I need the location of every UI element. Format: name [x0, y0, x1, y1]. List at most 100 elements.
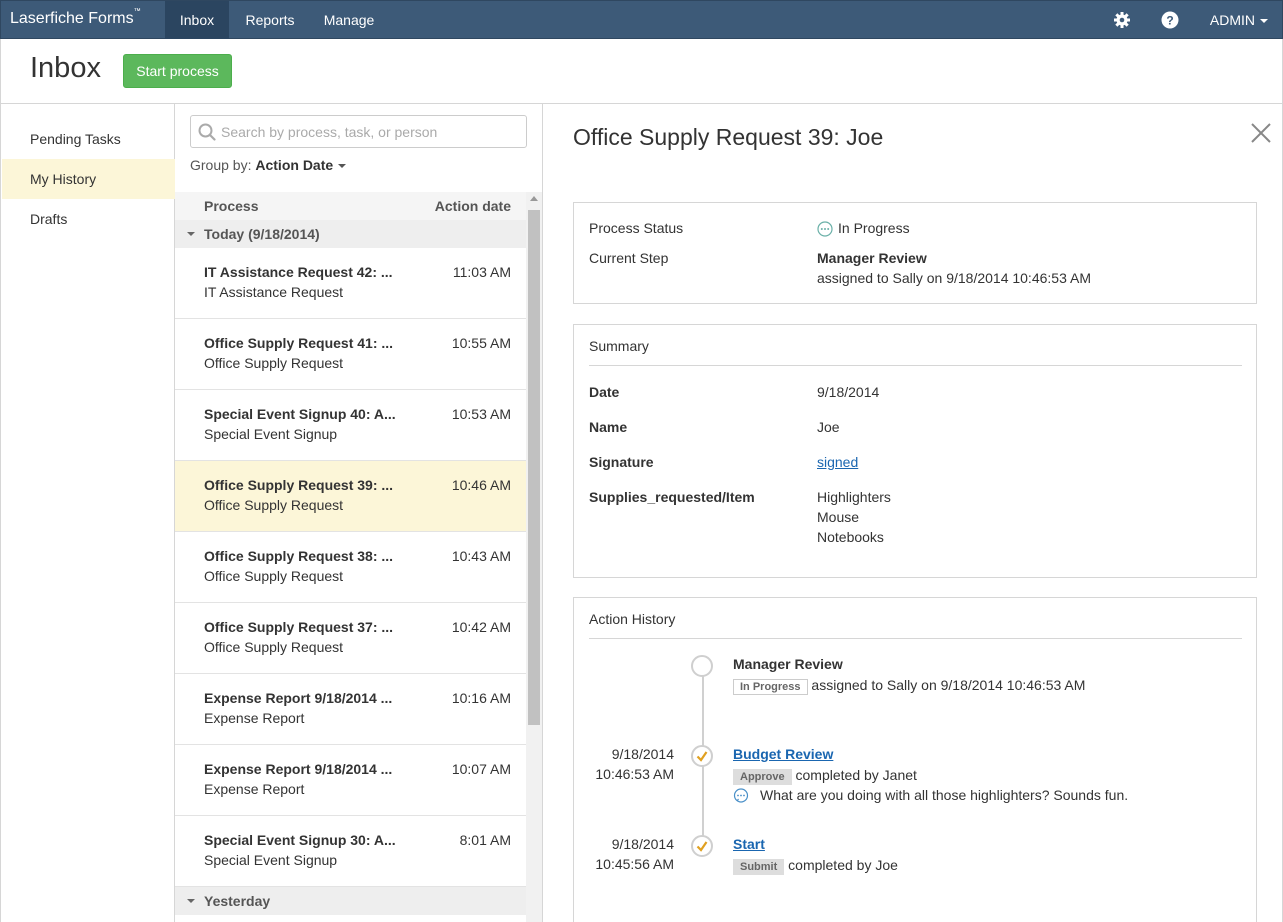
user-name: ADMIN: [1209, 12, 1255, 28]
history-step-date: 9/18/2014: [611, 746, 674, 762]
start-process-button[interactable]: Start process: [123, 54, 232, 88]
page-title: Inbox: [30, 52, 101, 84]
group-by-label: Group by:: [190, 157, 252, 173]
field-value-name: Joe: [817, 419, 840, 435]
search-input[interactable]: [221, 121, 516, 143]
search-box[interactable]: [190, 115, 527, 148]
supply-item: Notebooks: [817, 529, 884, 545]
list-item[interactable]: Special Event Signup 30: A... Special Ev…: [175, 816, 526, 887]
close-icon[interactable]: [1250, 122, 1272, 144]
list-item[interactable]: Expense Report 9/18/2014 ... Expense Rep…: [175, 674, 526, 745]
group-label: Yesterday: [204, 893, 271, 909]
column-header-process[interactable]: Process: [204, 198, 258, 214]
list-item-subtitle: Special Event Signup: [204, 426, 338, 442]
list-item-title: Office Supply Request 39: ...: [204, 477, 394, 493]
group-header-yesterday[interactable]: Yesterday: [175, 887, 526, 915]
supply-item: Highlighters: [817, 489, 891, 505]
current-step-detail: assigned to Sally on 9/18/2014 10:46:53 …: [817, 270, 1091, 286]
list-item[interactable]: Special Event Signup 40: A... Special Ev…: [175, 390, 526, 461]
group-header-today[interactable]: Today (9/18/2014): [175, 220, 526, 248]
history-step-link[interactable]: Start: [733, 836, 765, 852]
list-item-title: Office Supply Request 38: ...: [204, 548, 394, 564]
group-by-value[interactable]: Action Date: [255, 157, 333, 173]
list-item-time: 10:53 AM: [451, 406, 511, 422]
column-header-action-date[interactable]: Action date: [435, 198, 511, 214]
brand-trademark: ™: [133, 8, 141, 15]
history-step-text: completed by Joe: [788, 857, 898, 873]
field-label-name: Name: [589, 419, 628, 435]
user-menu[interactable]: ADMIN: [1210, 1, 1268, 39]
list-item-time: 11:03 AM: [452, 264, 511, 280]
list-item-subtitle: Special Event Signup: [204, 852, 338, 868]
list-item[interactable]: Office Supply Request 37: ... Office Sup…: [175, 603, 526, 674]
list-item-subtitle: Office Supply Request: [204, 355, 344, 371]
list-item-title: Expense Report 9/18/2014 ...: [204, 761, 393, 777]
list-item-title: IT Assistance Request 42: ...: [204, 264, 393, 280]
list-item-time: 10:46 AM: [451, 477, 511, 493]
list-item-subtitle: Expense Report: [204, 781, 305, 797]
sidebar-item-my-history[interactable]: My History: [2, 159, 175, 199]
nav-tab-reports[interactable]: Reports: [231, 1, 309, 39]
list-item-time: 10:43 AM: [451, 548, 511, 564]
svg-text:?: ?: [1166, 14, 1173, 28]
in-progress-icon: [817, 221, 833, 240]
list-item[interactable]: Expense Report 9/18/2014 ... Expense Rep…: [175, 745, 526, 816]
list-item-time: 10:16 AM: [451, 690, 511, 706]
history-heading: Action History: [589, 611, 676, 627]
list-item[interactable]: Office Supply Request 41: ... Office Sup…: [175, 319, 526, 390]
field-value-date: 9/18/2014: [817, 384, 880, 400]
current-step-value: Manager Review: [817, 250, 927, 266]
scroll-up-arrow-icon[interactable]: [530, 196, 538, 201]
list-item[interactable]: Office Supply Request 38: ... Office Sup…: [175, 532, 526, 603]
history-step-link[interactable]: Budget Review: [733, 746, 833, 762]
history-step-date: 9/18/2014: [611, 836, 674, 852]
action-history-card: Action History Manager Review In Progres…: [573, 597, 1257, 922]
collapse-triangle-icon: [187, 899, 195, 903]
group-by-control[interactable]: Group by: Action Date: [190, 157, 347, 173]
signature-link[interactable]: signed: [817, 454, 858, 470]
sidebar-item-pending-tasks[interactable]: Pending Tasks: [2, 119, 175, 159]
page-header: Inbox Start process: [0, 39, 1283, 104]
collapse-triangle-icon: [187, 232, 195, 236]
history-list-panel: Group by: Action Date Process Action dat…: [175, 104, 543, 922]
status-badge: Approve: [733, 769, 792, 785]
list-scrollbar[interactable]: [526, 192, 542, 922]
field-label-signature: Signature: [589, 454, 654, 470]
history-step-text: assigned to Sally on 9/18/2014 10:46:53 …: [811, 677, 1086, 693]
list-item-subtitle: Expense Report: [204, 710, 305, 726]
list-item-subtitle: Office Supply Request: [204, 497, 344, 513]
sidebar-item-drafts[interactable]: Drafts: [2, 199, 175, 239]
list-item-selected[interactable]: Office Supply Request 39: ... Office Sup…: [175, 461, 526, 532]
help-icon[interactable]: ?: [1161, 11, 1179, 29]
supply-item: Mouse: [817, 509, 860, 525]
summary-heading: Summary: [589, 338, 649, 354]
list-item-time: 10:55 AM: [451, 335, 511, 351]
chevron-down-icon: [338, 164, 347, 169]
list-item-time: 10:42 AM: [451, 619, 511, 635]
list-item-time: 8:01 AM: [459, 832, 511, 848]
history-step-text: completed by Janet: [795, 767, 917, 783]
list-item-time: 10:07 AM: [451, 761, 511, 777]
list-item[interactable]: IT Assistance Request 42: ... IT Assista…: [175, 248, 526, 319]
group-label: Today (9/18/2014): [204, 226, 320, 242]
list-item-title: Office Supply Request 37: ...: [204, 619, 394, 635]
detail-title: Office Supply Request 39: Joe: [573, 124, 884, 150]
history-step-time: 10:46:53 AM: [595, 766, 674, 782]
gear-icon[interactable]: [1113, 11, 1131, 29]
process-status-label: Process Status: [589, 220, 684, 236]
list-item-title: Special Event Signup 40: A...: [204, 406, 396, 422]
list-item-subtitle: IT Assistance Request: [204, 284, 344, 300]
pending-step-icon: [691, 655, 713, 677]
scrollbar-thumb[interactable]: [528, 210, 540, 725]
list-item-subtitle: Office Supply Request: [204, 568, 344, 584]
list-column-headers: Process Action date: [175, 192, 526, 220]
list-item-title: Special Event Signup 30: A...: [204, 832, 396, 848]
status-badge: In Progress: [733, 679, 808, 695]
nav-tab-inbox[interactable]: Inbox: [165, 1, 229, 39]
brand-name: Laserfiche Forms: [10, 10, 134, 27]
brand-logo[interactable]: Laserfiche Forms™: [10, 8, 141, 28]
nav-tab-manage[interactable]: Manage: [311, 1, 387, 39]
top-navbar: Laserfiche Forms™ Inbox Reports Manage ?…: [0, 0, 1283, 39]
comment-icon: [733, 788, 749, 807]
history-rows: IT Assistance Request 42: ... IT Assista…: [175, 248, 526, 887]
